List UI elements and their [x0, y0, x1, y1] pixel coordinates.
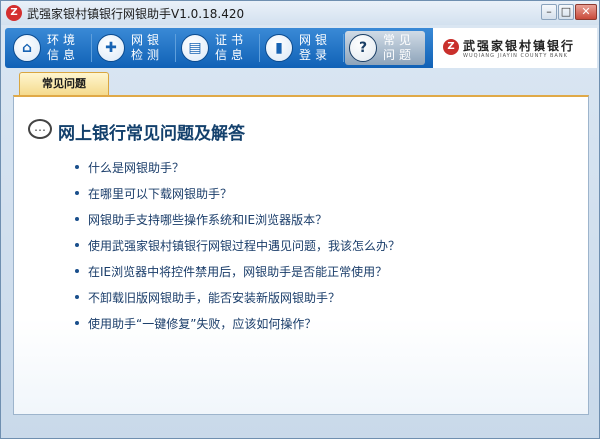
nav-divider — [175, 34, 176, 62]
home-icon: ⌂ — [13, 34, 41, 62]
nav-divider — [259, 34, 260, 62]
faq-link[interactable]: 不卸载旧版网银助手，能否安装新版网银助手？ — [70, 289, 400, 315]
nav-item-label: 网银登录 — [299, 33, 332, 62]
app-window: Z 武强家银村镇银行网银助手V1.0.18.420 – □ ✕ ⌂ 环境信息 ✚… — [0, 0, 600, 439]
nav-item-label: 环境信息 — [47, 33, 80, 62]
speech-bubble-icon: … — [28, 119, 52, 139]
faq-link[interactable]: 在IE浏览器中将控件禁用后，网银助手是否能正常使用？ — [70, 263, 400, 289]
faq-list: 什么是网银助手？ 在哪里可以下载网银助手？ 网银助手支持哪些操作系统和IE浏览器… — [70, 159, 400, 341]
bank-logo: Z 武强家银村镇银行 WUQIANG JIAYIN COUNTY BANK — [433, 28, 597, 68]
nav-item-bank-check[interactable]: ✚ 网银检测 — [93, 31, 173, 65]
window-title: 武强家银村镇银行网银助手V1.0.18.420 — [27, 7, 245, 21]
nav-item-label: 常见问题 — [383, 33, 416, 62]
nav-item-label: 网银检测 — [131, 33, 164, 62]
faq-link[interactable]: 使用助手“一键修复”失败，应该如何操作？ — [70, 315, 400, 341]
nav-item-faq[interactable]: ? 常见问题 — [345, 31, 425, 65]
faq-link[interactable]: 什么是网银助手？ — [70, 159, 400, 185]
nav-item-label: 证书信息 — [215, 33, 248, 62]
faq-panel: … 网上银行常见问题及解答 什么是网银助手？ 在哪里可以下载网银助手？ 网银助手… — [13, 95, 589, 415]
stethoscope-icon: ✚ — [97, 34, 125, 62]
bank-name-cn: 武强家银村镇银行 — [463, 39, 576, 53]
maximize-button[interactable]: □ — [558, 4, 574, 20]
title-bar[interactable]: Z 武强家银村镇银行网银助手V1.0.18.420 – □ ✕ — [1, 1, 599, 25]
nav-item-environment-info[interactable]: ⌂ 环境信息 — [9, 31, 89, 65]
nav-divider — [343, 34, 344, 62]
phone-icon: ▮ — [265, 34, 293, 62]
nav-item-certificate-info[interactable]: ▤ 证书信息 — [177, 31, 257, 65]
page-title: 网上银行常见问题及解答 — [58, 124, 245, 144]
faq-link[interactable]: 在哪里可以下载网银助手？ — [70, 185, 400, 211]
nav-divider — [91, 34, 92, 62]
certificate-icon: ▤ — [181, 34, 209, 62]
app-logo-icon: Z — [6, 5, 22, 21]
nav-item-bank-login[interactable]: ▮ 网银登录 — [261, 31, 341, 65]
question-icon: ? — [349, 34, 377, 62]
tab-strip: 常见问题 — [13, 70, 589, 96]
close-button[interactable]: ✕ — [575, 4, 597, 20]
faq-link[interactable]: 使用武强家银村镇银行网银过程中遇见问题，我该怎么办？ — [70, 237, 400, 263]
tab-faq[interactable]: 常见问题 — [19, 72, 109, 96]
bank-name-en: WUQIANG JIAYIN COUNTY BANK — [463, 53, 568, 59]
minimize-button[interactable]: – — [541, 4, 557, 20]
bank-logo-icon: Z — [443, 39, 459, 55]
faq-link[interactable]: 网银助手支持哪些操作系统和IE浏览器版本？ — [70, 211, 400, 237]
